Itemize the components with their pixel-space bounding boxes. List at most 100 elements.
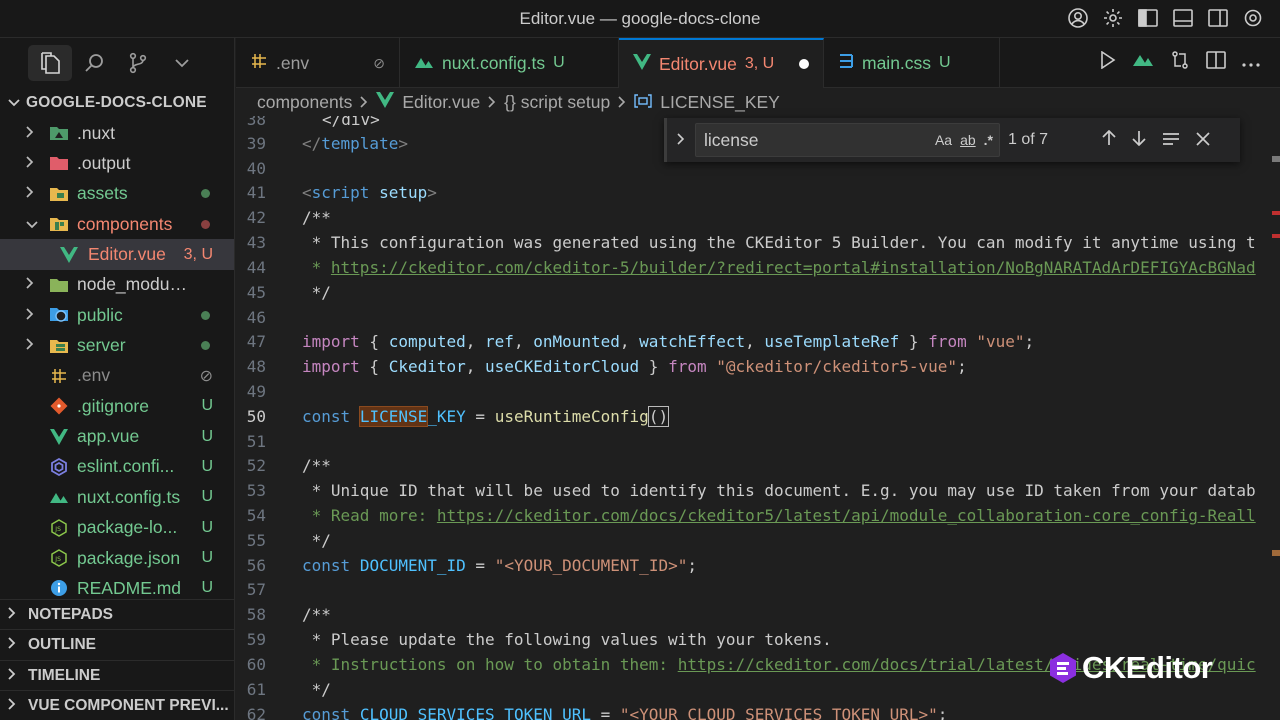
tree-item-components[interactable]: components: [0, 209, 234, 239]
line-number: 44: [246, 258, 266, 277]
code-token: watchEffect: [639, 332, 746, 351]
search-icon[interactable]: [72, 45, 116, 81]
section-outline[interactable]: OUTLINE: [0, 629, 234, 659]
breadcrumb-item[interactable]: LICENSE_KEY: [660, 92, 780, 113]
chevron-right-icon: [26, 156, 40, 171]
eslint-file-icon: [48, 457, 70, 477]
compare-changes-icon[interactable]: [1170, 50, 1190, 75]
tree-item-node-modules[interactable]: node_modules: [0, 270, 234, 300]
git-status-dot: [201, 219, 210, 229]
tree-item-env[interactable]: .env ⊘: [0, 361, 234, 391]
code-text: const LICENSE_KEY = useRuntimeConfig(): [302, 406, 670, 427]
tree-item-package-lock[interactable]: JS package-lo... U: [0, 513, 234, 543]
account-icon[interactable]: [1067, 7, 1089, 29]
customize-layout-gear-icon[interactable]: [1242, 7, 1264, 29]
code-text: */: [302, 283, 331, 302]
code-line: 46: [236, 308, 1280, 333]
tree-item-assets[interactable]: assets: [0, 179, 234, 209]
nuxt-devtools-icon[interactable]: [1132, 53, 1154, 72]
nuxt-file-icon: [414, 53, 434, 74]
code-line: 51: [236, 432, 1280, 457]
more-actions-icon[interactable]: [1242, 54, 1260, 72]
split-editor-icon[interactable]: [1206, 51, 1226, 74]
env-file-icon: [48, 366, 70, 386]
explorer-root-header[interactable]: GOOGLE-DOCS-CLONE: [0, 88, 234, 118]
more-views-chevron-icon[interactable]: [160, 45, 204, 81]
tree-item-app-vue[interactable]: app.vue U: [0, 422, 234, 452]
previous-match-arrow-up-icon[interactable]: [1102, 129, 1116, 151]
git-status-badge: U: [201, 488, 213, 506]
unsaved-dot-icon[interactable]: [799, 59, 809, 69]
toggle-replace-chevron-icon[interactable]: [667, 132, 695, 148]
run-play-icon[interactable]: [1100, 50, 1116, 74]
toggle-primary-sidebar-icon[interactable]: [1137, 7, 1159, 29]
code-token: * Read more:: [302, 506, 437, 525]
find-widget: license Aa ab .* 1 of 7: [664, 118, 1240, 162]
line-number: 56: [246, 556, 266, 575]
tree-item-label: public: [77, 304, 123, 325]
line-number: 54: [246, 506, 266, 525]
tab-label: nuxt.config.ts: [442, 52, 546, 73]
code-token: "<YOUR_CLOUD_SERVICES_TOKEN_URL>": [619, 705, 938, 720]
settings-gear-icon[interactable]: [1102, 7, 1124, 29]
vue-file-icon: [376, 92, 395, 113]
code-text: * https://ckeditor.com/ckeditor-5/builde…: [302, 258, 1256, 277]
explorer-files-icon[interactable]: [28, 45, 72, 81]
code-editor[interactable]: 38 </div> 39 </template> 40 41 <script setu…: [236, 116, 1280, 720]
tree-item-label: eslint.confi...: [77, 456, 175, 477]
code-text: * Read more: https://ckeditor.com/docs/c…: [302, 506, 1256, 525]
breadcrumb-item[interactable]: {} script setup: [504, 92, 610, 113]
line-number: 45: [246, 283, 266, 302]
tab-nuxt-config[interactable]: nuxt.config.ts U: [400, 38, 619, 88]
tab-main-css[interactable]: main.css U: [824, 38, 1000, 88]
match-case-toggle[interactable]: Aa: [935, 132, 952, 148]
svg-text:JS: JS: [54, 556, 61, 563]
source-control-icon[interactable]: [116, 45, 160, 81]
section-vue-component-preview[interactable]: VUE COMPONENT PREVI...: [0, 690, 234, 720]
line-number: 40: [246, 159, 266, 178]
tree-item-output[interactable]: .output: [0, 148, 234, 178]
code-link[interactable]: https://ckeditor.com/docs/ckeditor5/late…: [437, 506, 1256, 525]
tree-item-public[interactable]: public: [0, 300, 234, 330]
toggle-panel-icon[interactable]: [1172, 7, 1194, 29]
code-line: 50 const LICENSE_KEY = useRuntimeConfig(): [236, 406, 1280, 432]
line-number: 42: [246, 208, 266, 227]
section-timeline[interactable]: TIMELINE: [0, 660, 234, 690]
activity-bar: [0, 38, 234, 88]
find-in-selection-icon[interactable]: [1162, 130, 1180, 151]
next-match-arrow-down-icon[interactable]: [1132, 130, 1146, 151]
tab-editor-vue[interactable]: Editor.vue 3, U: [619, 38, 824, 88]
tree-item-label: nuxt.config.ts: [77, 486, 181, 507]
nuxt-folder-icon: [48, 123, 70, 143]
section-notepads[interactable]: NOTEPADS: [0, 599, 234, 629]
tree-item-package-json[interactable]: JS package.json U: [0, 543, 234, 573]
code-text: import { Ckeditor, useCKEditorCloud } fr…: [302, 357, 967, 376]
find-input[interactable]: license Aa ab .*: [695, 123, 1000, 157]
tree-item-nuxt[interactable]: .nuxt: [0, 118, 234, 148]
code-token: ;: [1024, 332, 1035, 351]
match-whole-word-toggle[interactable]: ab: [960, 132, 976, 148]
toggle-secondary-sidebar-icon[interactable]: [1207, 7, 1229, 29]
tab-status: 3, U: [744, 55, 775, 72]
breadcrumb-item[interactable]: Editor.vue: [402, 92, 480, 113]
code-token: from: [668, 357, 707, 376]
chevron-down-icon: [8, 96, 26, 110]
tree-item-editor-vue[interactable]: Editor.vue 3, U: [0, 239, 234, 270]
code-text: * Unique ID that will be used to identif…: [302, 481, 1256, 500]
tree-item-eslint-config[interactable]: eslint.confi... U: [0, 452, 234, 482]
breadcrumb-item[interactable]: components: [257, 92, 352, 113]
env-file-icon: [250, 52, 268, 75]
chevron-down-icon: [26, 217, 40, 232]
watermark-text: CKEditor: [1082, 650, 1213, 685]
tree-item-server[interactable]: server: [0, 330, 234, 360]
code-line: 52 /**: [236, 456, 1280, 481]
tree-item-gitignore[interactable]: .gitignore U: [0, 391, 234, 421]
code-link[interactable]: https://ckeditor.com/ckeditor-5/builder/…: [331, 258, 1256, 277]
code-token: *: [302, 258, 331, 277]
close-icon[interactable]: [1196, 130, 1210, 151]
tab-env[interactable]: .env ⊘: [236, 38, 400, 88]
title-bar: Editor.vue — google-docs-clone: [0, 0, 1280, 38]
tree-item-nuxt-config[interactable]: nuxt.config.ts U: [0, 482, 234, 512]
code-token: {: [359, 332, 389, 351]
use-regex-toggle[interactable]: .*: [984, 132, 993, 148]
